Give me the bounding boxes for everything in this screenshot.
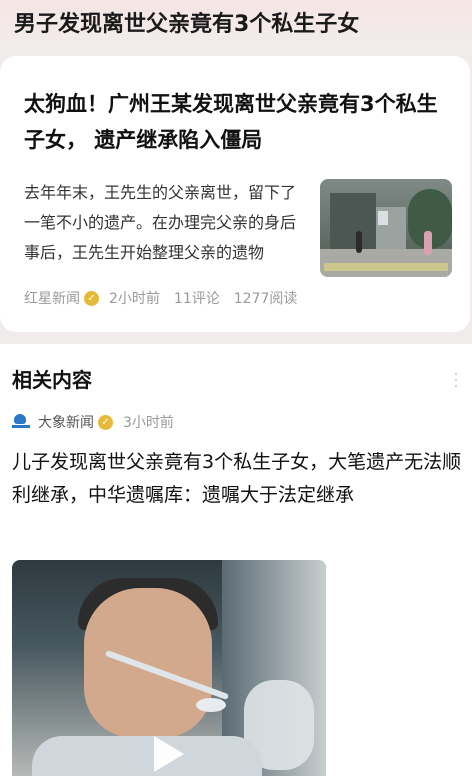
article-comments[interactable]: 11评论 — [174, 288, 220, 308]
article-card[interactable]: 太狗血！广州王某发现离世父亲竟有3个私生子女， 遗产继承陷入僵局 去年年末，王先… — [0, 56, 470, 332]
article-meta: 红星新闻 ✓ 2小时前 11评论 1277阅读 — [24, 288, 297, 308]
related-headline[interactable]: 儿子发现离世父亲竟有3个私生子女，大笔遗产无法顺利继承，中华遗嘱库：遗嘱大于法定… — [12, 446, 462, 512]
article-title[interactable]: 太狗血！广州王某发现离世父亲竟有3个私生子女， 遗产继承陷入僵局 — [24, 86, 454, 158]
related-heading: 相关内容 — [12, 368, 92, 392]
article-source[interactable]: 红星新闻 — [24, 288, 80, 308]
related-source-row: 大象新闻 ✓ 3小时前 — [12, 412, 174, 432]
article-thumbnail[interactable] — [320, 179, 452, 277]
source-logo-icon — [12, 414, 30, 430]
related-section: 相关内容 · · · 大象新闻 ✓ 3小时前 儿子发现离世父亲竟有3个私生子女，大笔… — [0, 344, 472, 776]
verified-badge-icon: ✓ — [84, 290, 99, 306]
verified-badge-icon: ✓ — [98, 414, 113, 430]
article-summary[interactable]: 去年年末，王先生的父亲离世，留下了一笔不小的遗产。在办理完父亲的身后事后，王先生… — [24, 178, 306, 268]
related-video[interactable] — [12, 560, 326, 776]
page-title: 男子发现离世父亲竟有3个私生子女 — [0, 0, 472, 44]
article-time: 2小时前 — [109, 291, 160, 307]
related-time: 3小时前 — [123, 415, 174, 431]
related-source[interactable]: 大象新闻 — [38, 412, 94, 432]
more-options-icon[interactable]: · · · — [452, 368, 460, 394]
article-reads: 1277阅读 — [233, 291, 298, 307]
play-icon[interactable] — [154, 736, 184, 772]
